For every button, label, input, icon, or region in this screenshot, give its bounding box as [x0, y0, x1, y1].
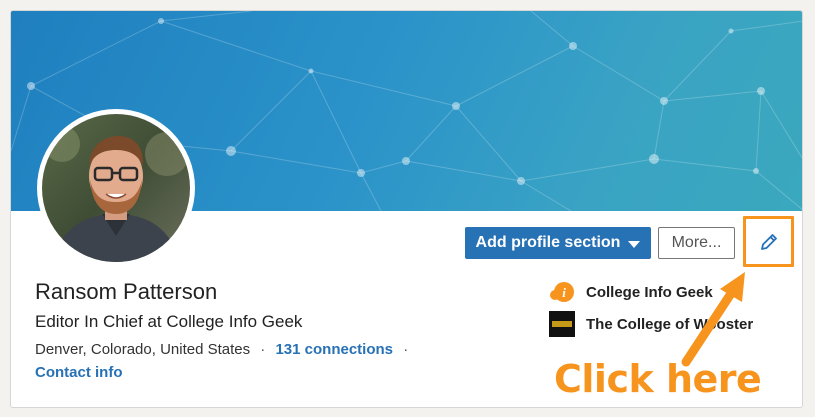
profile-photo	[42, 114, 190, 262]
profile-name: Ransom Patterson	[35, 279, 218, 304]
separator-dot: ·	[403, 341, 409, 358]
profile-location: Denver, Colorado, United States	[35, 341, 251, 358]
edit-profile-button[interactable]	[743, 216, 794, 267]
profile-card: Add profile section More... Ransom Patte…	[10, 10, 803, 408]
connections-link[interactable]: 131 connections	[275, 341, 393, 358]
click-here-annotation: Click here	[554, 357, 762, 401]
organization-college-of-wooster[interactable]: The College of Wooster	[549, 311, 753, 337]
add-profile-section-button[interactable]: Add profile section	[465, 227, 651, 259]
add-profile-section-label: Add profile section	[475, 234, 621, 251]
organization-name: The College of Wooster	[586, 315, 754, 333]
more-button[interactable]: More...	[658, 227, 735, 259]
svg-text:i: i	[562, 285, 566, 300]
caret-down-icon	[628, 240, 641, 248]
college-info-geek-logo: i	[549, 279, 575, 305]
profile-headline: Editor In Chief at College Info Geek	[35, 312, 303, 331]
contact-info-link[interactable]: Contact info	[35, 364, 123, 381]
separator-dot: ·	[260, 341, 266, 358]
college-of-wooster-logo	[549, 311, 575, 337]
organization-name: College Info Geek	[586, 283, 713, 301]
organization-college-info-geek[interactable]: i College Info Geek	[549, 279, 713, 305]
pencil-icon	[760, 233, 777, 250]
profile-location-line: Denver, Colorado, United States · 131 co…	[35, 341, 414, 358]
profile-avatar[interactable]	[37, 109, 195, 267]
